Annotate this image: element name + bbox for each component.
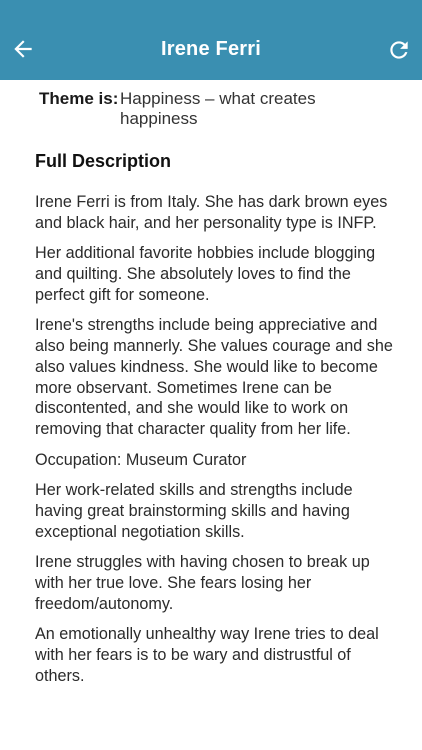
occupation-paragraph: Occupation: Museum Curator: [35, 450, 247, 469]
refresh-icon[interactable]: [386, 37, 412, 63]
theme-value: Happiness – what creates happiness: [120, 89, 316, 128]
description-paragraph: Irene Ferri is from Italy. She has dark …: [35, 193, 388, 232]
description-paragraph: Irene struggles with having chosen to br…: [35, 552, 370, 613]
description-paragraph: Irene's strengths include being apprecia…: [35, 316, 393, 439]
app-bar: Irene Ferri: [0, 0, 422, 80]
page-title: Irene Ferri: [160, 38, 262, 60]
description-heading: Full Description: [35, 151, 172, 171]
description-section: Full Description Irene Ferri is from Ita…: [35, 150, 395, 696]
description-paragraph: An emotionally unhealthy way Irene tries…: [35, 624, 379, 685]
description-paragraph: Her additional favorite hobbies include …: [35, 244, 376, 304]
theme-label: Theme is:: [39, 89, 119, 108]
description-paragraph: Her work-related skills and strengths in…: [35, 480, 353, 541]
